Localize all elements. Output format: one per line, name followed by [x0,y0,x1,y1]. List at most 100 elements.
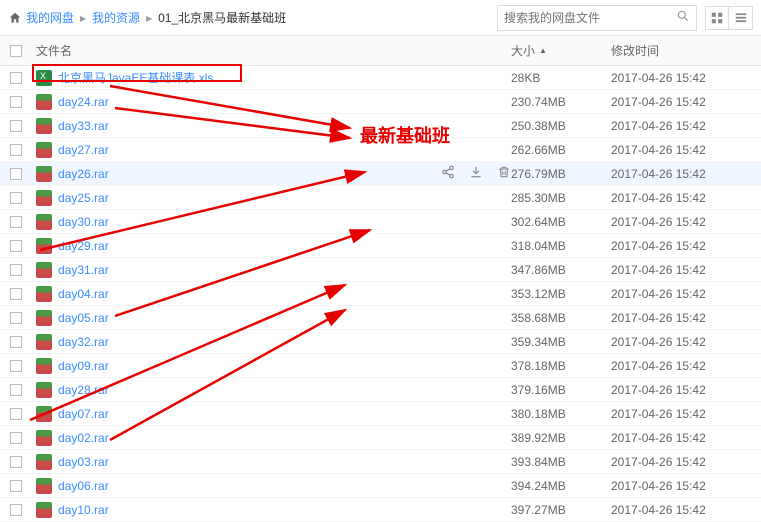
row-checkbox[interactable] [10,312,22,324]
file-name[interactable]: day27.rar [58,143,511,157]
row-checkbox[interactable] [10,144,22,156]
rar-file-icon [36,478,52,494]
file-name[interactable]: 北京黑马JavaEE基础课表.xls [58,69,511,86]
file-name[interactable]: day29.rar [58,239,511,253]
table-row[interactable]: day04.rar 353.12MB 2017-04-26 15:42 [0,282,761,306]
file-name[interactable]: day02.rar [58,431,511,445]
file-time: 2017-04-26 15:42 [611,407,751,421]
file-size: 250.38MB [511,119,611,133]
file-size: 262.66MB [511,143,611,157]
rar-file-icon [36,334,52,350]
header-name[interactable]: 文件名 [30,42,511,59]
search-icon[interactable] [676,9,690,26]
file-name[interactable]: day03.rar [58,455,511,469]
table-row[interactable]: day02.rar 389.92MB 2017-04-26 15:42 [0,426,761,450]
file-size: 397.27MB [511,503,611,517]
file-name[interactable]: day10.rar [58,503,511,517]
file-size: 230.74MB [511,95,611,109]
file-size: 318.04MB [511,239,611,253]
file-name[interactable]: day30.rar [58,215,511,229]
row-checkbox[interactable] [10,360,22,372]
file-name[interactable]: day24.rar [58,95,511,109]
table-row[interactable]: day06.rar 394.24MB 2017-04-26 15:42 [0,474,761,498]
file-time: 2017-04-26 15:42 [611,383,751,397]
file-time: 2017-04-26 15:42 [611,359,751,373]
select-all-checkbox[interactable] [10,45,22,57]
row-checkbox[interactable] [10,240,22,252]
row-checkbox[interactable] [10,120,22,132]
table-row[interactable]: day03.rar 393.84MB 2017-04-26 15:42 [0,450,761,474]
table-row[interactable]: day31.rar 347.86MB 2017-04-26 15:42 [0,258,761,282]
rar-file-icon [36,214,52,230]
search-box[interactable] [497,5,697,31]
file-name[interactable]: day07.rar [58,407,511,421]
file-size: 378.18MB [511,359,611,373]
file-name[interactable]: day06.rar [58,479,511,493]
row-checkbox[interactable] [10,96,22,108]
table-row[interactable]: day29.rar 318.04MB 2017-04-26 15:42 [0,234,761,258]
view-list-button[interactable] [729,6,753,30]
share-icon[interactable] [441,165,455,182]
breadcrumb-home[interactable]: 我的网盘 [8,9,74,26]
chevron-right-icon: ▸ [80,11,86,25]
row-checkbox[interactable] [10,72,22,84]
search-input[interactable] [504,11,676,25]
delete-icon[interactable] [497,165,511,182]
file-name[interactable]: day28.rar [58,383,511,397]
row-checkbox[interactable] [10,288,22,300]
file-time: 2017-04-26 15:42 [611,287,751,301]
rar-file-icon [36,454,52,470]
table-row[interactable]: day28.rar 379.16MB 2017-04-26 15:42 [0,378,761,402]
row-checkbox[interactable] [10,432,22,444]
row-checkbox[interactable] [10,216,22,228]
table-row[interactable]: day10.rar 397.27MB 2017-04-26 15:42 [0,498,761,522]
file-name[interactable]: day31.rar [58,263,511,277]
row-checkbox[interactable] [10,480,22,492]
view-grid-button[interactable] [705,6,729,30]
rar-file-icon [36,166,52,182]
file-list: 北京黑马JavaEE基础课表.xls 28KB 2017-04-26 15:42… [0,66,761,522]
table-row[interactable]: day25.rar 285.30MB 2017-04-26 15:42 [0,186,761,210]
table-row[interactable]: day32.rar 359.34MB 2017-04-26 15:42 [0,330,761,354]
row-checkbox[interactable] [10,384,22,396]
row-checkbox[interactable] [10,504,22,516]
header-size[interactable]: 大小 ▲ [511,42,611,59]
file-time: 2017-04-26 15:42 [611,311,751,325]
row-checkbox[interactable] [10,264,22,276]
table-row[interactable]: day27.rar 262.66MB 2017-04-26 15:42 [0,138,761,162]
rar-file-icon [36,502,52,518]
table-row[interactable]: day26.rar 276.79MB 2017-04-26 15:42 [0,162,761,186]
row-checkbox[interactable] [10,408,22,420]
row-checkbox[interactable] [10,336,22,348]
row-checkbox[interactable] [10,456,22,468]
table-row[interactable]: day30.rar 302.64MB 2017-04-26 15:42 [0,210,761,234]
file-name[interactable]: day25.rar [58,191,511,205]
header-time[interactable]: 修改时间 [611,42,751,59]
file-time: 2017-04-26 15:42 [611,143,751,157]
file-name[interactable]: day05.rar [58,311,511,325]
file-size: 380.18MB [511,407,611,421]
file-size: 353.12MB [511,287,611,301]
table-row[interactable]: day33.rar 250.38MB 2017-04-26 15:42 [0,114,761,138]
file-name[interactable]: day04.rar [58,287,511,301]
list-icon [734,11,748,25]
file-time: 2017-04-26 15:42 [611,455,751,469]
file-name[interactable]: day33.rar [58,119,511,133]
file-time: 2017-04-26 15:42 [611,479,751,493]
file-time: 2017-04-26 15:42 [611,119,751,133]
breadcrumb-item[interactable]: 我的资源 [92,9,140,26]
file-size: 28KB [511,71,611,85]
table-row[interactable]: day05.rar 358.68MB 2017-04-26 15:42 [0,306,761,330]
table-row[interactable]: 北京黑马JavaEE基础课表.xls 28KB 2017-04-26 15:42 [0,66,761,90]
file-time: 2017-04-26 15:42 [611,215,751,229]
row-checkbox[interactable] [10,192,22,204]
file-name[interactable]: day09.rar [58,359,511,373]
table-row[interactable]: day09.rar 378.18MB 2017-04-26 15:42 [0,354,761,378]
table-row[interactable]: day24.rar 230.74MB 2017-04-26 15:42 [0,90,761,114]
table-row[interactable]: day07.rar 380.18MB 2017-04-26 15:42 [0,402,761,426]
file-name[interactable]: day32.rar [58,335,511,349]
download-icon[interactable] [469,165,483,182]
rar-file-icon [36,94,52,110]
file-time: 2017-04-26 15:42 [611,431,751,445]
row-checkbox[interactable] [10,168,22,180]
